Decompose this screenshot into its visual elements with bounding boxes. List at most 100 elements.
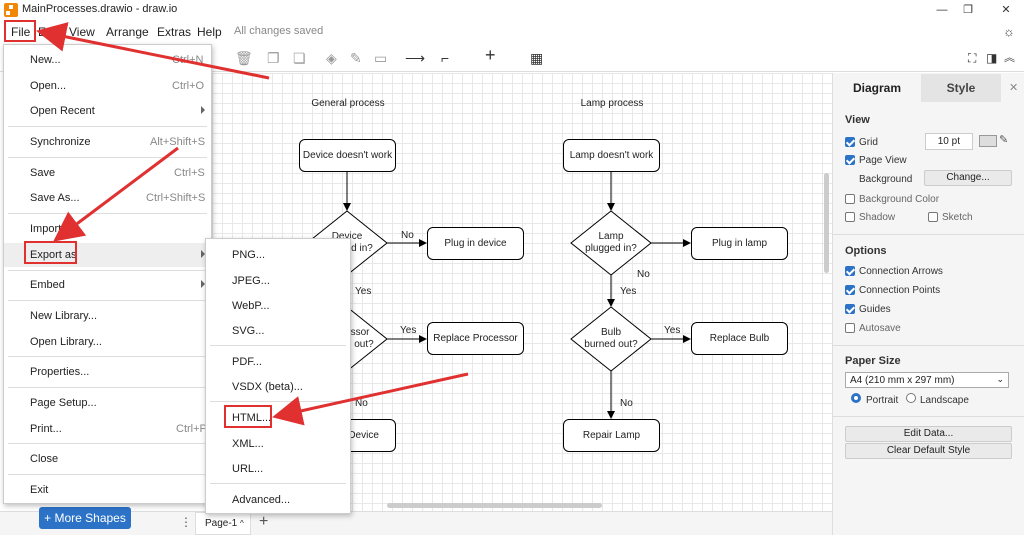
menu-item-close[interactable]: Close [4, 447, 211, 471]
horizontal-scrollbar[interactable] [387, 503, 602, 508]
edit-data-button[interactable]: Edit Data... [845, 426, 1012, 442]
menu-item-import[interactable]: Import [4, 217, 211, 241]
menu-separator [8, 213, 207, 214]
menu-item-open[interactable]: Open... Ctrl+O [4, 74, 211, 98]
page-tab[interactable]: Page-1 ^ [195, 512, 251, 535]
page-tab-label: Page-1 [205, 518, 238, 529]
to-front-icon[interactable]: ❐ [267, 50, 280, 66]
restore-icon[interactable]: ❐ [960, 2, 976, 18]
table-icon[interactable]: ▦ [530, 50, 543, 66]
menu-item-embed[interactable]: Embed [4, 273, 211, 297]
menu-item-open-recent[interactable]: Open Recent [4, 99, 211, 123]
menu-item-properties[interactable]: Properties... [4, 360, 211, 384]
grid-checkbox[interactable] [845, 137, 855, 147]
landscape-radio[interactable] [906, 393, 916, 403]
export-webp[interactable]: WebP... [206, 294, 350, 318]
edge-label-yes: Yes [664, 325, 681, 336]
insert-icon[interactable]: + [485, 46, 496, 64]
close-icon[interactable]: ✕ [998, 2, 1014, 18]
shadow-icon[interactable]: ▭ [374, 50, 387, 66]
menu-arrange[interactable]: Arrange [106, 25, 149, 39]
vertical-scrollbar[interactable] [824, 173, 829, 273]
menu-item-synchronize[interactable]: Synchronize Alt+Shift+S [4, 130, 211, 154]
minimize-icon[interactable]: — [934, 2, 950, 18]
close-panel-icon[interactable]: ✕ [1009, 81, 1018, 94]
connection-arrows-checkbox[interactable] [845, 266, 855, 276]
format-panel-icon[interactable]: ◨ [986, 50, 997, 66]
menu-item-shortcut: Ctrl+N [172, 54, 204, 66]
landscape-label: Landscape [920, 395, 969, 406]
autosave-checkbox[interactable] [845, 323, 855, 333]
menu-item-save[interactable]: Save Ctrl+S [4, 161, 211, 185]
menu-item-label: Print... [30, 423, 62, 435]
page-view-label: Page View [859, 155, 907, 166]
tab-diagram[interactable]: Diagram [833, 74, 921, 102]
export-url[interactable]: URL... [206, 457, 350, 481]
sketch-checkbox[interactable] [928, 212, 938, 222]
menu-item-new[interactable]: New... Ctrl+N [4, 48, 211, 72]
trash-icon[interactable]: 🗑 [235, 50, 253, 66]
export-svg[interactable]: SVG... [206, 319, 350, 343]
chevron-down-icon: ⌄ [996, 374, 1004, 384]
export-xml[interactable]: XML... [206, 432, 350, 456]
fill-color-icon[interactable]: ◈ [326, 50, 337, 66]
menu-item-label: Embed [30, 279, 65, 291]
shadow-checkbox[interactable] [845, 212, 855, 222]
menu-item-label: Open... [30, 80, 67, 92]
menu-item-save-as[interactable]: Save As... Ctrl+Shift+S [4, 186, 211, 210]
edge-label-yes: Yes [400, 325, 417, 336]
menu-separator [8, 126, 207, 127]
line-color-icon[interactable]: ✎ [350, 50, 362, 66]
export-png[interactable]: PNG... [206, 243, 350, 267]
export-pdf[interactable]: PDF... [206, 350, 350, 374]
change-background-button[interactable]: Change... [924, 170, 1012, 186]
menu-item-shortcut: Ctrl+Shift+S [146, 192, 206, 204]
to-back-icon[interactable]: ❏ [293, 50, 306, 66]
menu-extras[interactable]: Extras [157, 25, 191, 39]
lamp-decision1-label: Lamp plugged in? [585, 231, 637, 254]
menu-item-label: Exit [30, 484, 49, 496]
guides-checkbox[interactable] [845, 304, 855, 314]
theme-sun-icon[interactable]: ☼ [1003, 24, 1015, 39]
fullscreen-icon[interactable]: ⛶ [968, 50, 976, 66]
page-menu-icon[interactable]: ⋮ [180, 515, 192, 529]
connection-icon[interactable]: ⟶ [405, 50, 425, 66]
portrait-radio[interactable] [851, 393, 861, 403]
add-page-icon[interactable]: + [259, 513, 268, 531]
edit-color-icon[interactable]: ✎ [999, 133, 1008, 146]
guides-label: Guides [859, 304, 891, 315]
grid-color-swatch[interactable] [979, 135, 997, 147]
tab-style[interactable]: Style [921, 74, 1001, 102]
export-jpeg[interactable]: JPEG... [206, 269, 350, 293]
window-title: MainProcesses.drawio - draw.io [22, 3, 178, 15]
export-vsdx[interactable]: VSDX (beta)... [206, 375, 350, 399]
menu-item-new-library[interactable]: New Library... [4, 304, 211, 328]
more-shapes-button[interactable]: + More Shapes [39, 507, 131, 529]
menu-item-label: PDF... [232, 356, 262, 368]
menu-separator [210, 345, 346, 346]
edge-label-yes: Yes [620, 286, 637, 297]
menu-edit[interactable]: Edit [38, 25, 59, 39]
collapse-icon[interactable]: ︽ [1004, 50, 1015, 66]
submenu-arrow-icon [201, 106, 205, 114]
paper-size-select[interactable]: A4 (210 mm x 297 mm) ⌄ [845, 372, 1009, 388]
menu-item-open-library[interactable]: Open Library... [4, 330, 211, 354]
divider [833, 345, 1024, 346]
clear-default-style-button[interactable]: Clear Default Style [845, 443, 1012, 459]
menu-item-page-setup[interactable]: Page Setup... [4, 391, 211, 415]
grid-size-input[interactable]: 10 pt [925, 133, 973, 150]
waypoints-icon[interactable]: ⌐ [441, 50, 449, 66]
menu-item-exit[interactable]: Exit [4, 478, 211, 502]
background-color-checkbox[interactable] [845, 194, 855, 204]
export-advanced[interactable]: Advanced... [206, 488, 350, 512]
grid-label: Grid [859, 137, 878, 148]
options-section-title: Options [845, 245, 887, 257]
menu-separator [8, 443, 207, 444]
menu-item-print[interactable]: Print... Ctrl+P [4, 417, 211, 441]
menu-item-label: Save As... [30, 192, 80, 204]
page-view-checkbox[interactable] [845, 155, 855, 165]
menu-separator [8, 356, 207, 357]
connection-points-checkbox[interactable] [845, 285, 855, 295]
menu-help[interactable]: Help [197, 25, 222, 39]
menu-view[interactable]: View [69, 25, 95, 39]
